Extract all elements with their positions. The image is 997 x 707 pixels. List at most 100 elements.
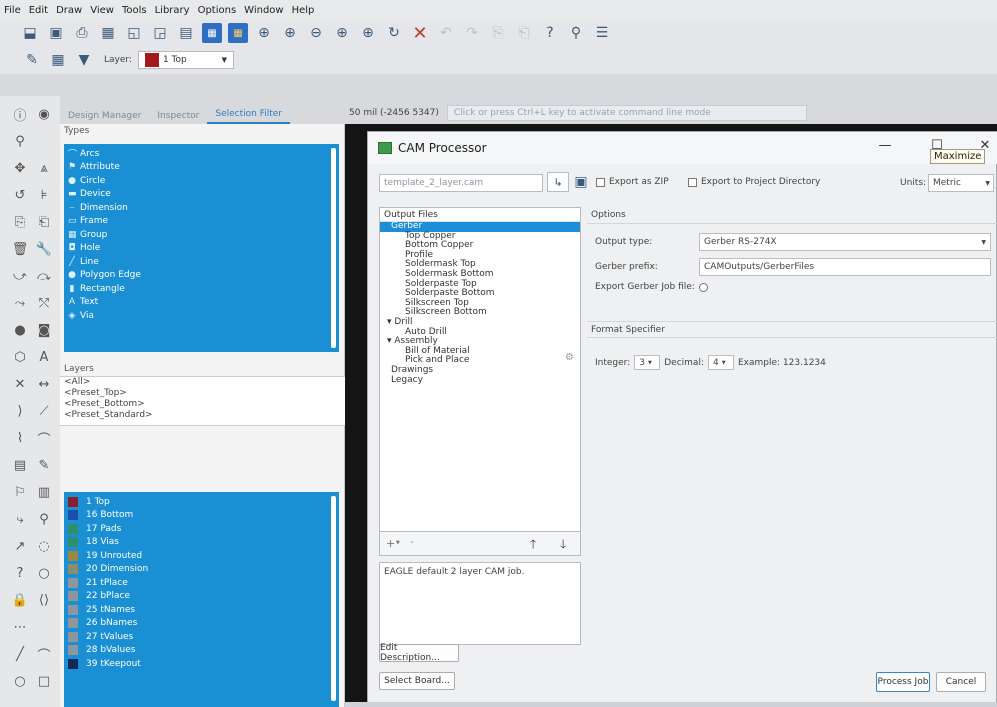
ratsnest-icon[interactable]: ◙ bbox=[34, 320, 54, 340]
mirror-icon[interactable]: ⩓ bbox=[34, 158, 54, 178]
move-icon[interactable]: ✥ bbox=[10, 158, 30, 178]
layer-item[interactable]: 27 tValues bbox=[64, 630, 339, 644]
signal-icon[interactable]: ↗ bbox=[10, 536, 30, 556]
arc-icon[interactable]: ⌒ bbox=[34, 428, 54, 448]
layer-item[interactable]: 26 bNames bbox=[64, 617, 339, 631]
units-select[interactable]: Metric ▼ bbox=[928, 174, 994, 192]
tab-inspector[interactable]: Inspector bbox=[149, 108, 207, 124]
zoom-select-icon[interactable]: ⊕ bbox=[332, 23, 352, 43]
pencil-icon[interactable]: ✎ bbox=[22, 50, 42, 70]
filter-icon[interactable]: ▼ bbox=[74, 50, 94, 70]
undo-icon[interactable]: ↶ bbox=[436, 23, 456, 43]
redo-icon[interactable]: ↷ bbox=[462, 23, 482, 43]
paste-icon[interactable]: ⎗ bbox=[34, 212, 54, 232]
gerber-prefix-input[interactable]: CAMOutputs/GerberFiles bbox=[699, 258, 991, 276]
layer-item[interactable]: 17 Pads bbox=[64, 522, 339, 536]
type-item-dimension[interactable]: ⎯ Dimension bbox=[64, 201, 339, 215]
value-icon[interactable]: ? bbox=[10, 563, 30, 583]
paste-icon[interactable]: ⎗ bbox=[514, 23, 534, 43]
layer-item[interactable]: 21 tPlace bbox=[64, 576, 339, 590]
select-board-button[interactable]: Select Board... bbox=[379, 672, 455, 690]
grid-icon[interactable]: ▦ bbox=[48, 50, 68, 70]
zoom-out-icon[interactable]: ⊖ bbox=[306, 23, 326, 43]
route-icon[interactable]: ⤻ bbox=[10, 266, 30, 286]
layer-item[interactable]: 39 tKeepout bbox=[64, 657, 339, 671]
eye-icon[interactable]: ◉ bbox=[34, 104, 54, 124]
layer-item[interactable]: 25 tNames bbox=[64, 603, 339, 617]
via-icon[interactable]: ● bbox=[10, 320, 30, 340]
type-item-circle[interactable]: ● Circle bbox=[64, 174, 339, 188]
menu-window[interactable]: Window bbox=[244, 5, 283, 16]
menu-edit[interactable]: Edit bbox=[29, 5, 48, 16]
tab-design-manager[interactable]: Design Manager bbox=[60, 108, 149, 124]
output-type-select[interactable]: Gerber RS-274X ▼ bbox=[699, 233, 991, 251]
load-job-icon[interactable]: ↳ bbox=[547, 172, 569, 192]
print-icon[interactable]: ⎙ bbox=[72, 23, 92, 43]
menu-options[interactable]: Options bbox=[198, 5, 237, 16]
frame-icon[interactable]: ⟨⟩ bbox=[34, 590, 54, 610]
type-item-attribute[interactable]: ⚑ Attribute bbox=[64, 161, 339, 175]
menu-help[interactable]: Help bbox=[292, 5, 315, 16]
type-item-rectangle[interactable]: ▮ Rectangle bbox=[64, 282, 339, 296]
export-project-dir-checkbox[interactable]: Export to Project Directory bbox=[688, 177, 820, 187]
redraw-icon[interactable]: ↻ bbox=[384, 23, 404, 43]
draw-arc-icon[interactable]: ⌒ bbox=[34, 644, 54, 664]
smash-icon[interactable]: ⚲ bbox=[34, 509, 54, 529]
type-item-group[interactable]: ▦ Group bbox=[64, 228, 339, 242]
polygon-icon[interactable]: ⬡ bbox=[10, 347, 30, 367]
layer-preset-item[interactable]: <Preset_Top> bbox=[60, 388, 345, 399]
command-line-input[interactable]: Click or press Ctrl+L key to activate co… bbox=[446, 105, 807, 121]
attribute-icon[interactable]: ⚐ bbox=[10, 482, 30, 502]
menu-library[interactable]: Library bbox=[155, 5, 190, 16]
layer-preset-item[interactable]: <Preset_Bottom> bbox=[60, 399, 345, 410]
layer-item[interactable]: 18 Vias bbox=[64, 536, 339, 550]
circle-icon[interactable]: ○ bbox=[10, 671, 30, 691]
layers-icon[interactable]: ▤ bbox=[176, 23, 196, 43]
draw-line-icon[interactable]: ╱ bbox=[10, 644, 30, 664]
meander-icon[interactable]: ⌇ bbox=[10, 428, 30, 448]
divider-icon[interactable]: ⋯ bbox=[10, 617, 30, 637]
save-icon[interactable]: ▣ bbox=[46, 23, 66, 43]
drill-settings-icon[interactable]: ⚙ bbox=[565, 352, 574, 363]
add-output-icon[interactable]: + bbox=[386, 537, 395, 550]
zoom-icon[interactable]: ⚲ bbox=[10, 131, 30, 151]
menu-view[interactable]: View bbox=[90, 5, 114, 16]
export-zip-checkbox[interactable]: Export as ZIP bbox=[596, 177, 669, 187]
move-up-icon[interactable]: 🡑 bbox=[530, 535, 536, 556]
layer-item[interactable]: 22 bPlace bbox=[64, 590, 339, 604]
type-item-frame[interactable]: ▭ Frame bbox=[64, 215, 339, 229]
help-icon[interactable]: ? bbox=[540, 23, 560, 43]
zoom-in-icon[interactable]: ⊕ bbox=[280, 23, 300, 43]
name-icon[interactable]: ◌ bbox=[34, 536, 54, 556]
move-down-icon[interactable]: 🡓 bbox=[560, 535, 566, 556]
board-icon[interactable]: ◱ bbox=[124, 23, 144, 43]
erc-icon[interactable]: ○ bbox=[34, 563, 54, 583]
type-item-via[interactable]: ◈ Via bbox=[64, 309, 339, 323]
board-view-icon[interactable]: ▦ bbox=[202, 23, 222, 43]
menu-draw[interactable]: Draw bbox=[56, 5, 82, 16]
stop-icon[interactable]: ✕ bbox=[410, 23, 430, 44]
types-scrollbar[interactable] bbox=[331, 148, 336, 348]
rect-icon[interactable]: □ bbox=[34, 671, 54, 691]
type-item-device[interactable]: ▬ Device bbox=[64, 188, 339, 202]
layer-preset-item[interactable]: <Preset_Standard> bbox=[60, 410, 345, 421]
ripup-icon[interactable]: ⤼ bbox=[34, 266, 54, 286]
menu-tools[interactable]: Tools bbox=[122, 5, 147, 16]
design-link-icon[interactable]: ⚲ bbox=[566, 23, 586, 43]
layer-icon[interactable]: ▥ bbox=[34, 482, 54, 502]
text-icon[interactable]: A bbox=[34, 347, 54, 367]
type-item-polygon-edge[interactable]: ● Polygon Edge bbox=[64, 269, 339, 283]
split-icon[interactable]: ⤳ bbox=[10, 293, 30, 313]
save-job-icon[interactable]: ▣ bbox=[571, 172, 591, 192]
export-gerber-job-checkbox[interactable] bbox=[698, 282, 708, 292]
type-item-hole[interactable]: ◘ Hole bbox=[64, 242, 339, 256]
job-file-combo[interactable]: template_2_layer.cam bbox=[379, 174, 543, 192]
zoom-last-icon[interactable]: ⊕ bbox=[358, 23, 378, 43]
layer-item[interactable]: 16 Bottom bbox=[64, 509, 339, 523]
align-icon[interactable]: ⊧ bbox=[34, 185, 54, 205]
dimension-icon[interactable]: ↔ bbox=[34, 374, 54, 394]
cancel-button[interactable]: Cancel bbox=[936, 672, 986, 692]
open-icon[interactable]: ⬓ bbox=[20, 23, 40, 43]
optimize-icon[interactable]: ⤲ bbox=[34, 293, 54, 313]
delete-icon[interactable]: 🗑 bbox=[10, 239, 30, 259]
